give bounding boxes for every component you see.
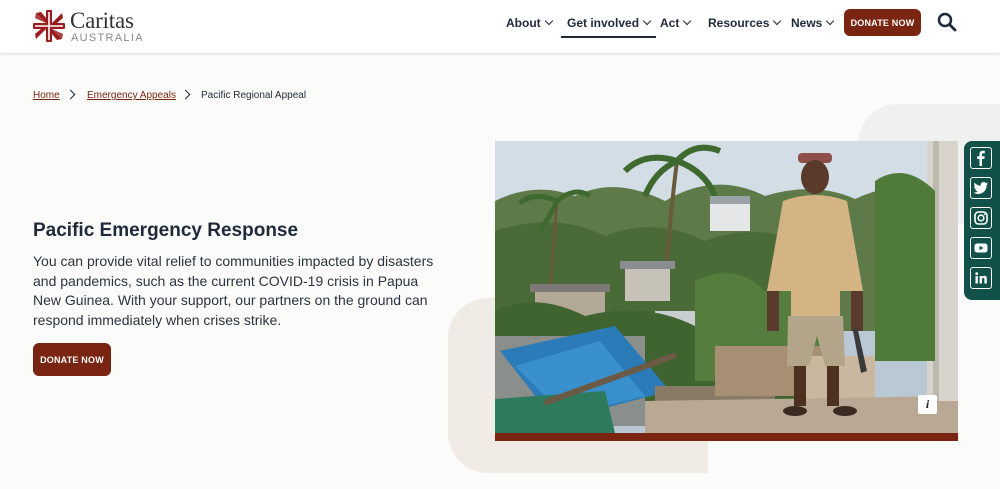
facebook-icon[interactable] xyxy=(970,147,992,169)
photo-accent-bar xyxy=(495,433,958,441)
instagram-icon[interactable] xyxy=(970,207,992,229)
caritas-cross-icon xyxy=(33,10,65,42)
nav-item-resources[interactable]: Resources xyxy=(708,16,782,30)
nav-item-about[interactable]: About xyxy=(506,16,553,30)
nav-label: Act xyxy=(660,16,680,30)
nav-label: News xyxy=(791,16,823,30)
chevron-right-icon xyxy=(180,89,191,100)
hero-photo: i xyxy=(495,141,958,441)
nav-item-act[interactable]: Act xyxy=(660,16,692,30)
hero-donate-button[interactable]: DONATE NOW xyxy=(33,343,111,376)
nav-item-news[interactable]: News xyxy=(791,16,835,30)
breadcrumb-home[interactable]: Home xyxy=(33,90,60,102)
chevron-down-icon xyxy=(773,16,782,26)
chevron-down-icon xyxy=(826,16,835,26)
social-share-bar xyxy=(964,141,1000,300)
nav-label: Resources xyxy=(708,16,770,30)
nav-item-get-involved[interactable]: Get involved xyxy=(560,16,657,38)
site-header: Caritas AUSTRALIA About Get involved Act… xyxy=(0,0,1000,53)
logo-subtitle: AUSTRALIA xyxy=(71,32,144,44)
hero-description: You can provide vital relief to communit… xyxy=(33,253,434,328)
search-icon[interactable] xyxy=(937,12,957,32)
logo-name: Caritas xyxy=(70,8,134,33)
page-title: Pacific Emergency Response xyxy=(33,220,299,241)
image-info-button[interactable]: i xyxy=(918,395,937,414)
nav-label: About xyxy=(506,16,541,30)
nav-label: Get involved xyxy=(567,16,640,30)
header-donate-button[interactable]: DONATE NOW xyxy=(844,9,921,36)
cyclone-damage-photo xyxy=(495,141,958,441)
linkedin-icon[interactable] xyxy=(970,267,992,289)
breadcrumb-current: Pacific Regional Appeal xyxy=(201,90,307,101)
logo[interactable]: Caritas AUSTRALIA xyxy=(33,8,153,44)
youtube-icon[interactable] xyxy=(970,237,992,259)
chevron-down-icon xyxy=(642,16,652,26)
breadcrumb-emergency-appeals[interactable]: Emergency Appeals xyxy=(87,90,176,102)
twitter-icon[interactable] xyxy=(970,177,992,199)
chevron-down-icon xyxy=(544,16,553,26)
chevron-right-icon xyxy=(65,89,76,100)
chevron-down-icon xyxy=(683,16,692,26)
